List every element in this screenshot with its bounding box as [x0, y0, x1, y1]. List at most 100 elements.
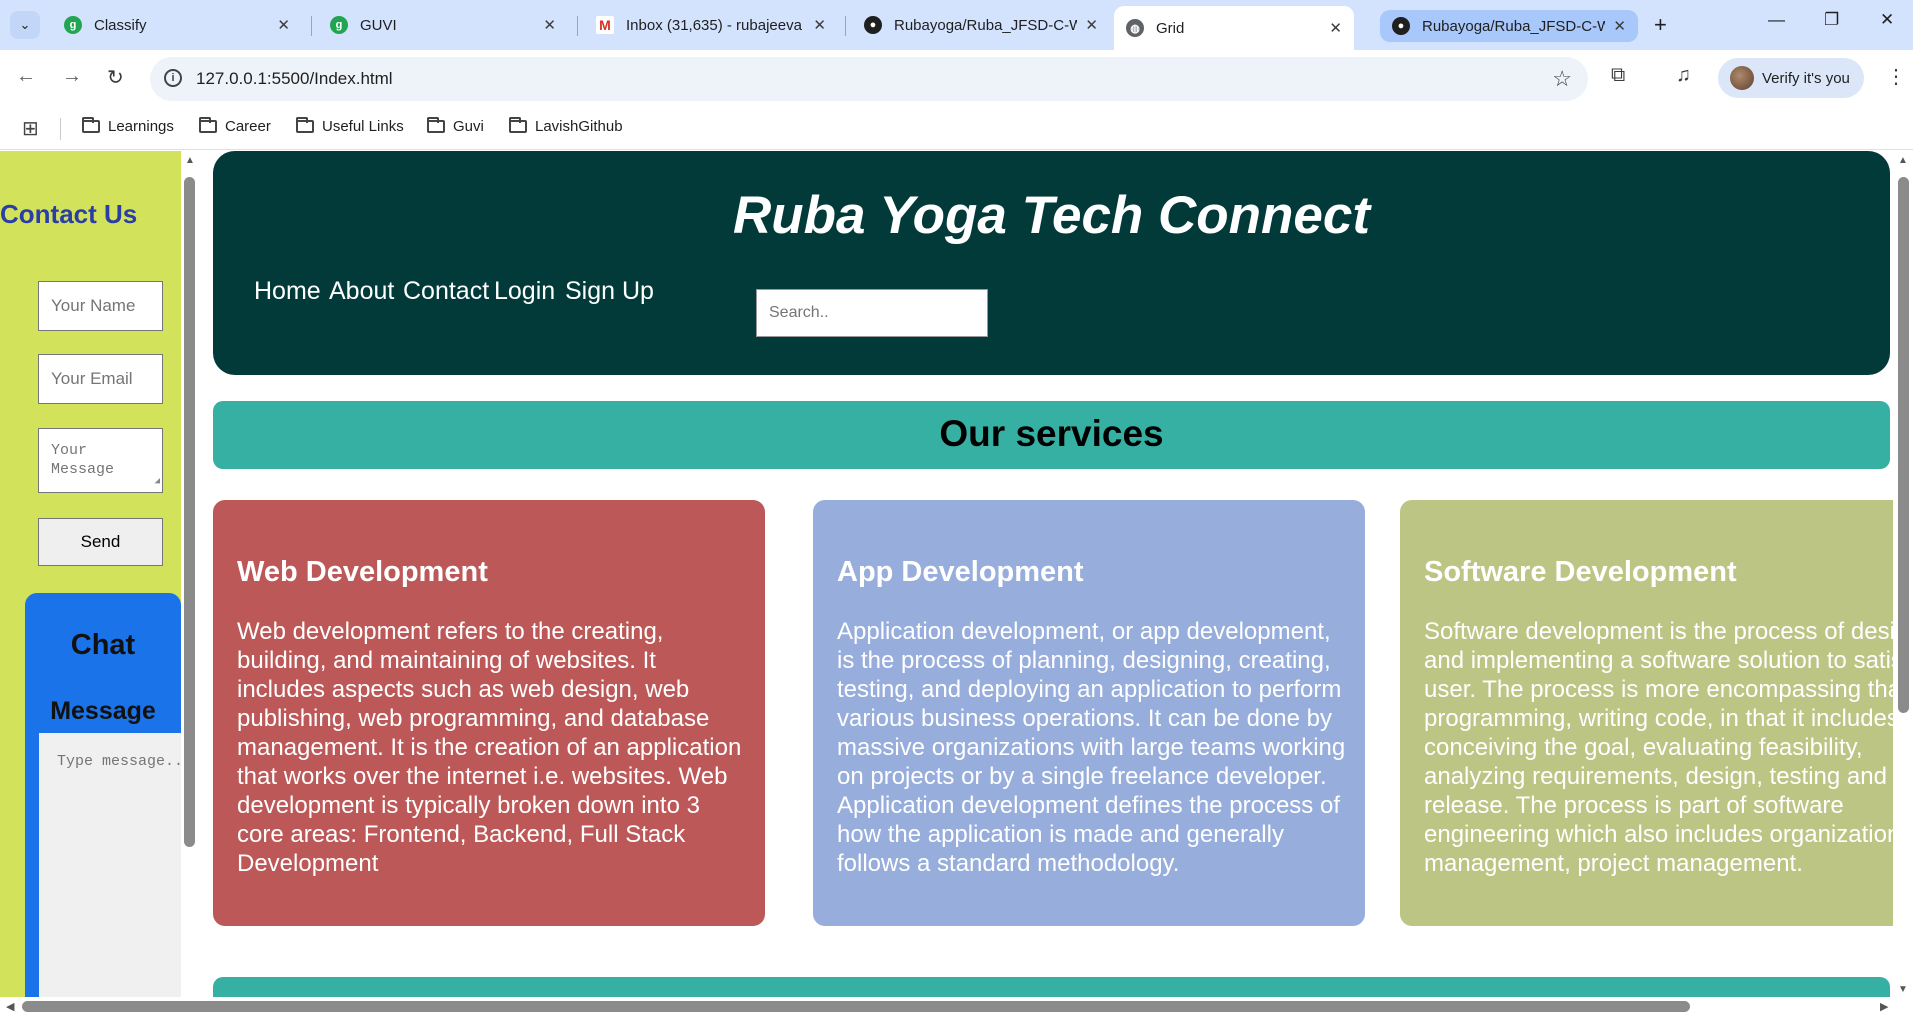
bookmark-label: Guvi [453, 118, 484, 135]
scrollbar-thumb[interactable] [184, 177, 195, 847]
gmail-icon: M [596, 16, 614, 34]
profile-button[interactable]: Verify it's you [1718, 58, 1864, 98]
guvi-icon: g [64, 16, 82, 34]
minimize-button[interactable]: — [1768, 10, 1785, 30]
bookmark-learnings[interactable]: Learnings [82, 117, 174, 135]
close-icon[interactable]: ✕ [1329, 19, 1342, 37]
tab-grid[interactable]: ◍ Grid ✕ [1114, 6, 1354, 50]
sidebar-scrollbar[interactable]: ▲ [181, 151, 199, 1017]
tab-guvi[interactable]: g GUVI ✕ [318, 8, 568, 42]
browser-toolbar: ← → ↻ i 127.0.0.1:5500/Index.html ☆ ⧉ ♫ … [0, 50, 1913, 108]
chevron-down-icon: ⌄ [19, 17, 31, 32]
message-placeholder-line: Message [51, 461, 115, 478]
contact-title: Contact Us [0, 199, 138, 229]
page-viewport: Contact Us Your Name Your Email Your Mes… [0, 151, 1913, 1017]
close-icon[interactable]: ✕ [277, 16, 290, 34]
bookmark-label: Learnings [108, 118, 174, 135]
scroll-right-icon[interactable]: ▶ [1880, 1000, 1888, 1013]
scroll-left-icon[interactable]: ◀ [6, 1000, 14, 1013]
new-tab-button[interactable]: + [1654, 12, 1667, 38]
tab-title: Grid [1156, 19, 1185, 37]
nav-contact[interactable]: Contact [403, 277, 489, 306]
tab-title: Rubayoga/Ruba_JFSD-C-W [894, 16, 1078, 34]
restore-button[interactable]: ❐ [1824, 10, 1839, 30]
tab-inbox[interactable]: M Inbox (31,635) - rubajeeva ✕ [584, 8, 838, 42]
url-text[interactable]: 127.0.0.1:5500/Index.html [196, 69, 393, 89]
close-icon[interactable]: ✕ [1613, 17, 1626, 35]
close-window-button[interactable]: ✕ [1880, 10, 1894, 30]
close-icon[interactable]: ✕ [813, 16, 826, 34]
puzzle-icon: ⧉ [1611, 64, 1626, 86]
forward-button[interactable]: → [62, 65, 82, 88]
message-field[interactable]: Your Message ◢ [38, 428, 163, 493]
tab-title: Rubayoga/Ruba_JFSD-C-W [1422, 17, 1606, 35]
address-bar[interactable]: i 127.0.0.1:5500/Index.html ☆ [150, 57, 1588, 101]
site-info-icon[interactable]: i [164, 69, 182, 87]
scrollbar-thumb[interactable] [1898, 177, 1909, 713]
tab-classify[interactable]: g Classify ✕ [52, 8, 302, 42]
message-placeholder-line: Your [51, 442, 88, 459]
tab-search-button[interactable]: ⌄ [10, 11, 40, 39]
nav-home[interactable]: Home [254, 277, 321, 306]
bookmarks-bar: ⊞ Learnings Career Useful Links Guvi Lav… [0, 108, 1913, 150]
horizontal-scrollbar[interactable]: ◀ ▶ [0, 997, 1913, 1017]
service-card-software: Software Development Software developmen… [1400, 500, 1893, 926]
back-button[interactable]: ← [16, 65, 36, 88]
folder-icon [427, 117, 445, 133]
star-icon[interactable]: ☆ [1552, 66, 1572, 92]
scrollbar-thumb[interactable] [22, 1001, 1690, 1012]
chat-subtitle: Message [50, 697, 156, 725]
apps-grid-icon: ⊞ [22, 118, 39, 140]
bookmark-guvi[interactable]: Guvi [427, 117, 484, 135]
chat-message-input[interactable]: Type message.. [39, 733, 181, 1017]
services-banner: Our services [213, 401, 1890, 469]
tab-separator [311, 16, 312, 36]
tab-separator [577, 16, 578, 36]
search-input[interactable]: Search.. [756, 289, 988, 337]
restore-icon: ❐ [1824, 10, 1840, 29]
media-control-icon: ♫ [1676, 64, 1691, 86]
resize-grip-icon[interactable]: ◢ [155, 472, 160, 491]
minimize-icon: — [1768, 10, 1785, 29]
site-title: Ruba Yoga Tech Connect [732, 186, 1371, 245]
browser-menu-button[interactable]: ⋮ [1886, 64, 1906, 89]
scroll-down-icon[interactable]: ▼ [1898, 984, 1908, 995]
extensions-button[interactable]: ⧉ [1611, 64, 1625, 87]
github-icon: ● [864, 16, 882, 34]
main-content: Ruba Yoga Tech Connect Home About Contac… [199, 151, 1893, 1017]
divider [60, 118, 61, 140]
nav-sign-up[interactable]: Sign Up [565, 277, 654, 306]
tab-github-2[interactable]: ● Rubayoga/Ruba_JFSD-C-W ✕ [1380, 10, 1638, 42]
email-field[interactable]: Your Email [38, 354, 163, 404]
contact-sidebar: Contact Us Your Name Your Email Your Mes… [0, 151, 181, 1017]
more-vert-icon: ⋮ [1886, 66, 1906, 88]
guvi-icon: g [330, 16, 348, 34]
scroll-up-icon[interactable]: ▲ [185, 155, 195, 166]
page-scrollbar[interactable]: ▲ ▼ [1893, 151, 1913, 1017]
nav-login[interactable]: Login [494, 277, 555, 306]
bookmark-career[interactable]: Career [199, 117, 271, 135]
bookmark-useful-links[interactable]: Useful Links [296, 117, 404, 135]
card-body: Web development refers to the creating, … [237, 618, 742, 877]
scroll-up-icon[interactable]: ▲ [1898, 155, 1908, 166]
close-icon: ✕ [1880, 10, 1895, 29]
site-header: Ruba Yoga Tech Connect Home About Contac… [213, 151, 1890, 375]
reload-icon: ↻ [107, 67, 124, 89]
close-icon[interactable]: ✕ [543, 16, 556, 34]
reload-button[interactable]: ↻ [107, 65, 124, 90]
bookmark-lavishgithub[interactable]: LavishGithub [509, 117, 623, 135]
name-field[interactable]: Your Name [38, 281, 163, 331]
card-title: Software Development [1424, 556, 1737, 588]
close-icon[interactable]: ✕ [1085, 16, 1098, 34]
tab-github-1[interactable]: ● Rubayoga/Ruba_JFSD-C-W ✕ [852, 8, 1110, 42]
media-button[interactable]: ♫ [1676, 64, 1691, 87]
send-button[interactable]: Send [38, 518, 163, 566]
globe-icon: ◍ [1126, 19, 1144, 37]
avatar [1730, 66, 1754, 90]
nav-about[interactable]: About [329, 277, 394, 306]
arrow-left-icon: ← [16, 65, 36, 87]
chat-box: Chat Message Type message.. [25, 593, 181, 1017]
apps-button[interactable]: ⊞ [22, 116, 39, 141]
github-icon: ● [1392, 17, 1410, 35]
folder-icon [509, 117, 527, 133]
